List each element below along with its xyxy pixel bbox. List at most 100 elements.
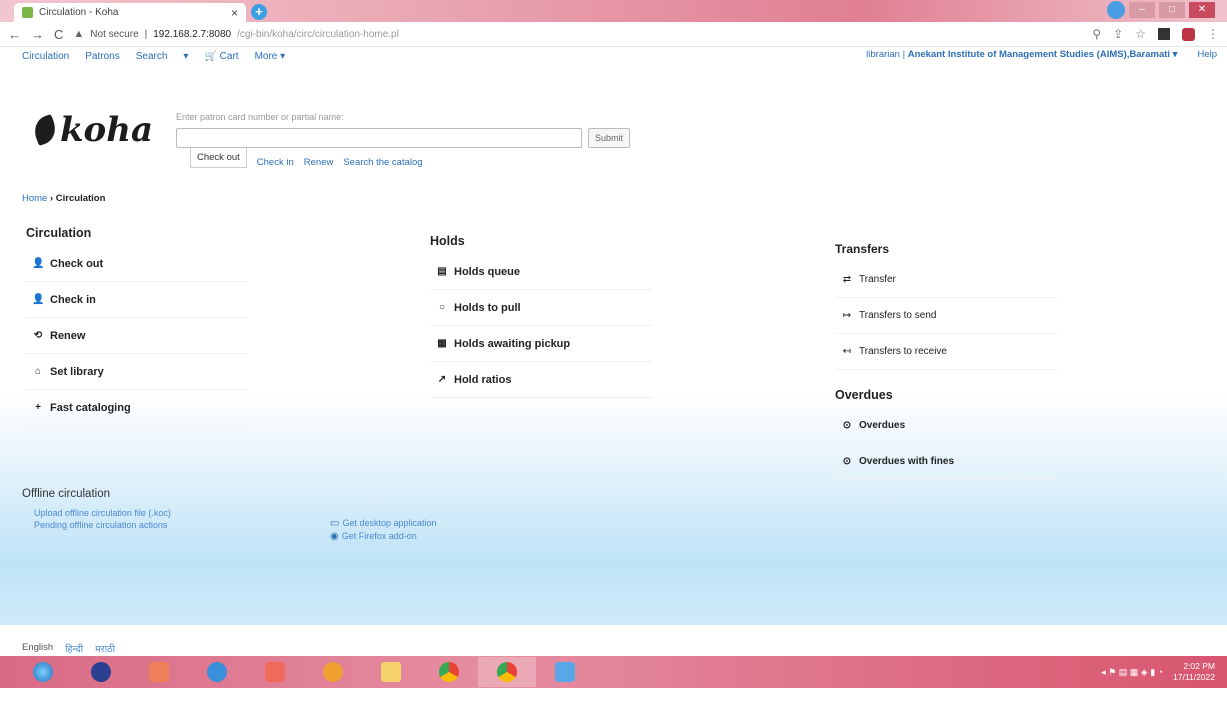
plus-icon: + (35, 402, 41, 413)
link-fast-cataloging[interactable]: + Fast cataloging (26, 390, 248, 426)
pending-offline-actions-link[interactable]: Pending offline circulation actions (34, 520, 171, 530)
taskbar-app-blue[interactable] (536, 657, 594, 687)
receive-icon: ↤ (842, 346, 852, 357)
send-icon: ↦ (842, 310, 852, 321)
link-transfers-to-receive[interactable]: ↤ Transfers to receive (835, 334, 1057, 370)
user-icon: 👤 (32, 258, 45, 269)
taskbar-media[interactable] (304, 657, 362, 687)
queue-icon: ▤ (437, 266, 447, 277)
firefox-icon: ◉ (330, 531, 339, 542)
nav-circulation[interactable]: Circulation (22, 51, 69, 62)
url-field[interactable]: ▲ Not secure | 192.168.2.7:8080/cgi-bin/… (73, 28, 1082, 40)
breadcrumb-home[interactable]: Home (22, 193, 47, 204)
link-transfers-to-send[interactable]: ↦ Transfers to send (835, 298, 1057, 334)
logged-in-user[interactable]: librarian (866, 49, 900, 60)
lang-hindi[interactable]: हिन्दी (65, 642, 83, 655)
url-host: 192.168.2.7:8080 (153, 28, 232, 40)
upload-offline-file-link[interactable]: Upload offline circulation file (.koc) (34, 508, 171, 518)
warning-icon: ▲ (73, 28, 85, 40)
clock-date: 17/11/2022 (1173, 672, 1215, 682)
new-tab-button[interactable]: + (251, 4, 267, 20)
user-avatar-icon[interactable] (1182, 27, 1195, 41)
checkout-search: Enter patron card number or partial name… (176, 112, 646, 168)
start-button[interactable] (14, 657, 72, 687)
library-selector[interactable]: Anekant Institute of Management Studies … (908, 49, 1178, 60)
link-overdues[interactable]: ⊙ Overdues (835, 408, 1057, 444)
circle-icon: ○ (438, 302, 446, 313)
share-icon[interactable]: ⇪ (1113, 27, 1123, 41)
extension-icon[interactable] (1158, 28, 1170, 40)
not-secure-label: Not secure (90, 28, 139, 40)
tab-title: Circulation - Koha (39, 7, 119, 18)
taskbar-ie[interactable] (188, 657, 246, 687)
minimize-button[interactable]: – (1129, 2, 1155, 18)
taskbar-app-orange[interactable] (130, 657, 188, 687)
tab-close-icon[interactable]: × (231, 6, 238, 20)
nav-search-dropdown[interactable]: ▾ (183, 51, 188, 62)
link-check-out[interactable]: 👤 Check out (26, 246, 248, 282)
search-hint: Enter patron card number or partial name… (176, 112, 344, 122)
nav-more[interactable]: More ▾ (255, 51, 286, 62)
maximize-button[interactable]: □ (1159, 2, 1185, 18)
app-orange-icon (149, 662, 169, 682)
link-renew[interactable]: ⟲ Renew (26, 318, 248, 354)
taskbar-chrome[interactable] (420, 657, 478, 687)
offline-circulation: Offline circulation Upload offline circu… (22, 488, 171, 530)
taskbar-app-red[interactable] (246, 657, 304, 687)
tab-check-in[interactable]: Check in (257, 157, 294, 168)
reload-icon[interactable]: C (54, 27, 63, 42)
breadcrumb-current: Circulation (55, 193, 106, 204)
menu-kebab-icon[interactable]: ⋮ (1207, 27, 1219, 41)
system-tray: ◂ ⚑ ▤ ▦ ◈ ▮ ◔ 2:02 PM 17/11/2022 (1101, 656, 1215, 688)
link-holds-to-pull[interactable]: ○ Holds to pull (430, 290, 652, 326)
submit-button[interactable]: Submit (588, 128, 631, 148)
taskbar-chrome-active[interactable] (478, 657, 536, 687)
link-hold-ratios[interactable]: ↗ Hold ratios (430, 362, 652, 398)
help-link[interactable]: Help (1197, 49, 1217, 60)
url-path: /cgi-bin/koha/circ/circulation-home.pl (237, 28, 399, 40)
window-controls: – □ ✕ (1107, 1, 1215, 19)
chrome-active-icon (497, 662, 517, 682)
lang-marathi[interactable]: मराठी (95, 642, 115, 655)
link-check-in[interactable]: 👤 Check in (26, 282, 248, 318)
tab-check-out[interactable]: Check out (190, 148, 247, 168)
overdues-heading: Overdues (835, 388, 893, 402)
link-set-library[interactable]: ⌂ Set library (26, 354, 248, 390)
transfers-heading: Transfers (835, 242, 890, 256)
patron-search-input[interactable] (176, 128, 582, 148)
nav-cart[interactable]: 🛒 Cart (204, 51, 238, 62)
address-bar: ← → C ▲ Not secure | 192.168.2.7:8080/cg… (0, 22, 1227, 47)
renew-icon: ⟲ (33, 330, 43, 341)
firefox-addon-link[interactable]: ◉ Get Firefox add-on (330, 531, 437, 542)
taskbar-bluetooth[interactable] (72, 657, 130, 687)
tray-icons[interactable]: ◂ ⚑ ▤ ▦ ◈ ▮ ◔ (1101, 667, 1163, 678)
language-selector: English हिन्दी मराठी (22, 642, 115, 655)
link-holds-awaiting-pickup[interactable]: ▦ Holds awaiting pickup (430, 326, 652, 362)
clock[interactable]: 2:02 PM 17/11/2022 (1173, 661, 1215, 683)
desktop-app-link[interactable]: ▭ Get desktop application (330, 518, 437, 529)
app-red-icon (265, 662, 285, 682)
window-close-button[interactable]: ✕ (1189, 2, 1215, 18)
link-transfer[interactable]: ⇄ Transfer (835, 262, 1057, 298)
link-holds-queue[interactable]: ▤ Holds queue (430, 254, 652, 290)
link-overdues-with-fines[interactable]: ⊙ Overdues with fines (835, 444, 1057, 480)
taskbar-explorer[interactable] (362, 657, 420, 687)
nav-patrons[interactable]: Patrons (85, 51, 119, 62)
back-icon[interactable]: ← (8, 27, 21, 42)
lang-english[interactable]: English (22, 642, 53, 655)
internet-explorer-icon (207, 662, 227, 682)
offline-apps: ▭ Get desktop application ◉ Get Firefox ad… (330, 518, 437, 542)
breadcrumb: Home › Circulation (22, 193, 105, 204)
browser-tab[interactable]: Circulation - Koha × (14, 3, 246, 22)
bookmark-star-icon[interactable]: ☆ (1135, 27, 1146, 41)
koha-logo[interactable]: koha (30, 110, 153, 150)
home-icon: ⌂ (34, 366, 42, 377)
tab-renew[interactable]: Renew (304, 157, 334, 168)
browser-toolbar: ⚲ ⇪ ☆ ⋮ (1092, 27, 1219, 41)
circulation-heading: Circulation (26, 226, 92, 240)
nav-search[interactable]: Search (136, 51, 168, 62)
forward-icon[interactable]: → (31, 27, 44, 42)
zoom-icon[interactable]: ⚲ (1092, 27, 1101, 41)
profile-icon[interactable] (1107, 1, 1125, 19)
tab-search-catalog[interactable]: Search the catalog (343, 157, 422, 168)
